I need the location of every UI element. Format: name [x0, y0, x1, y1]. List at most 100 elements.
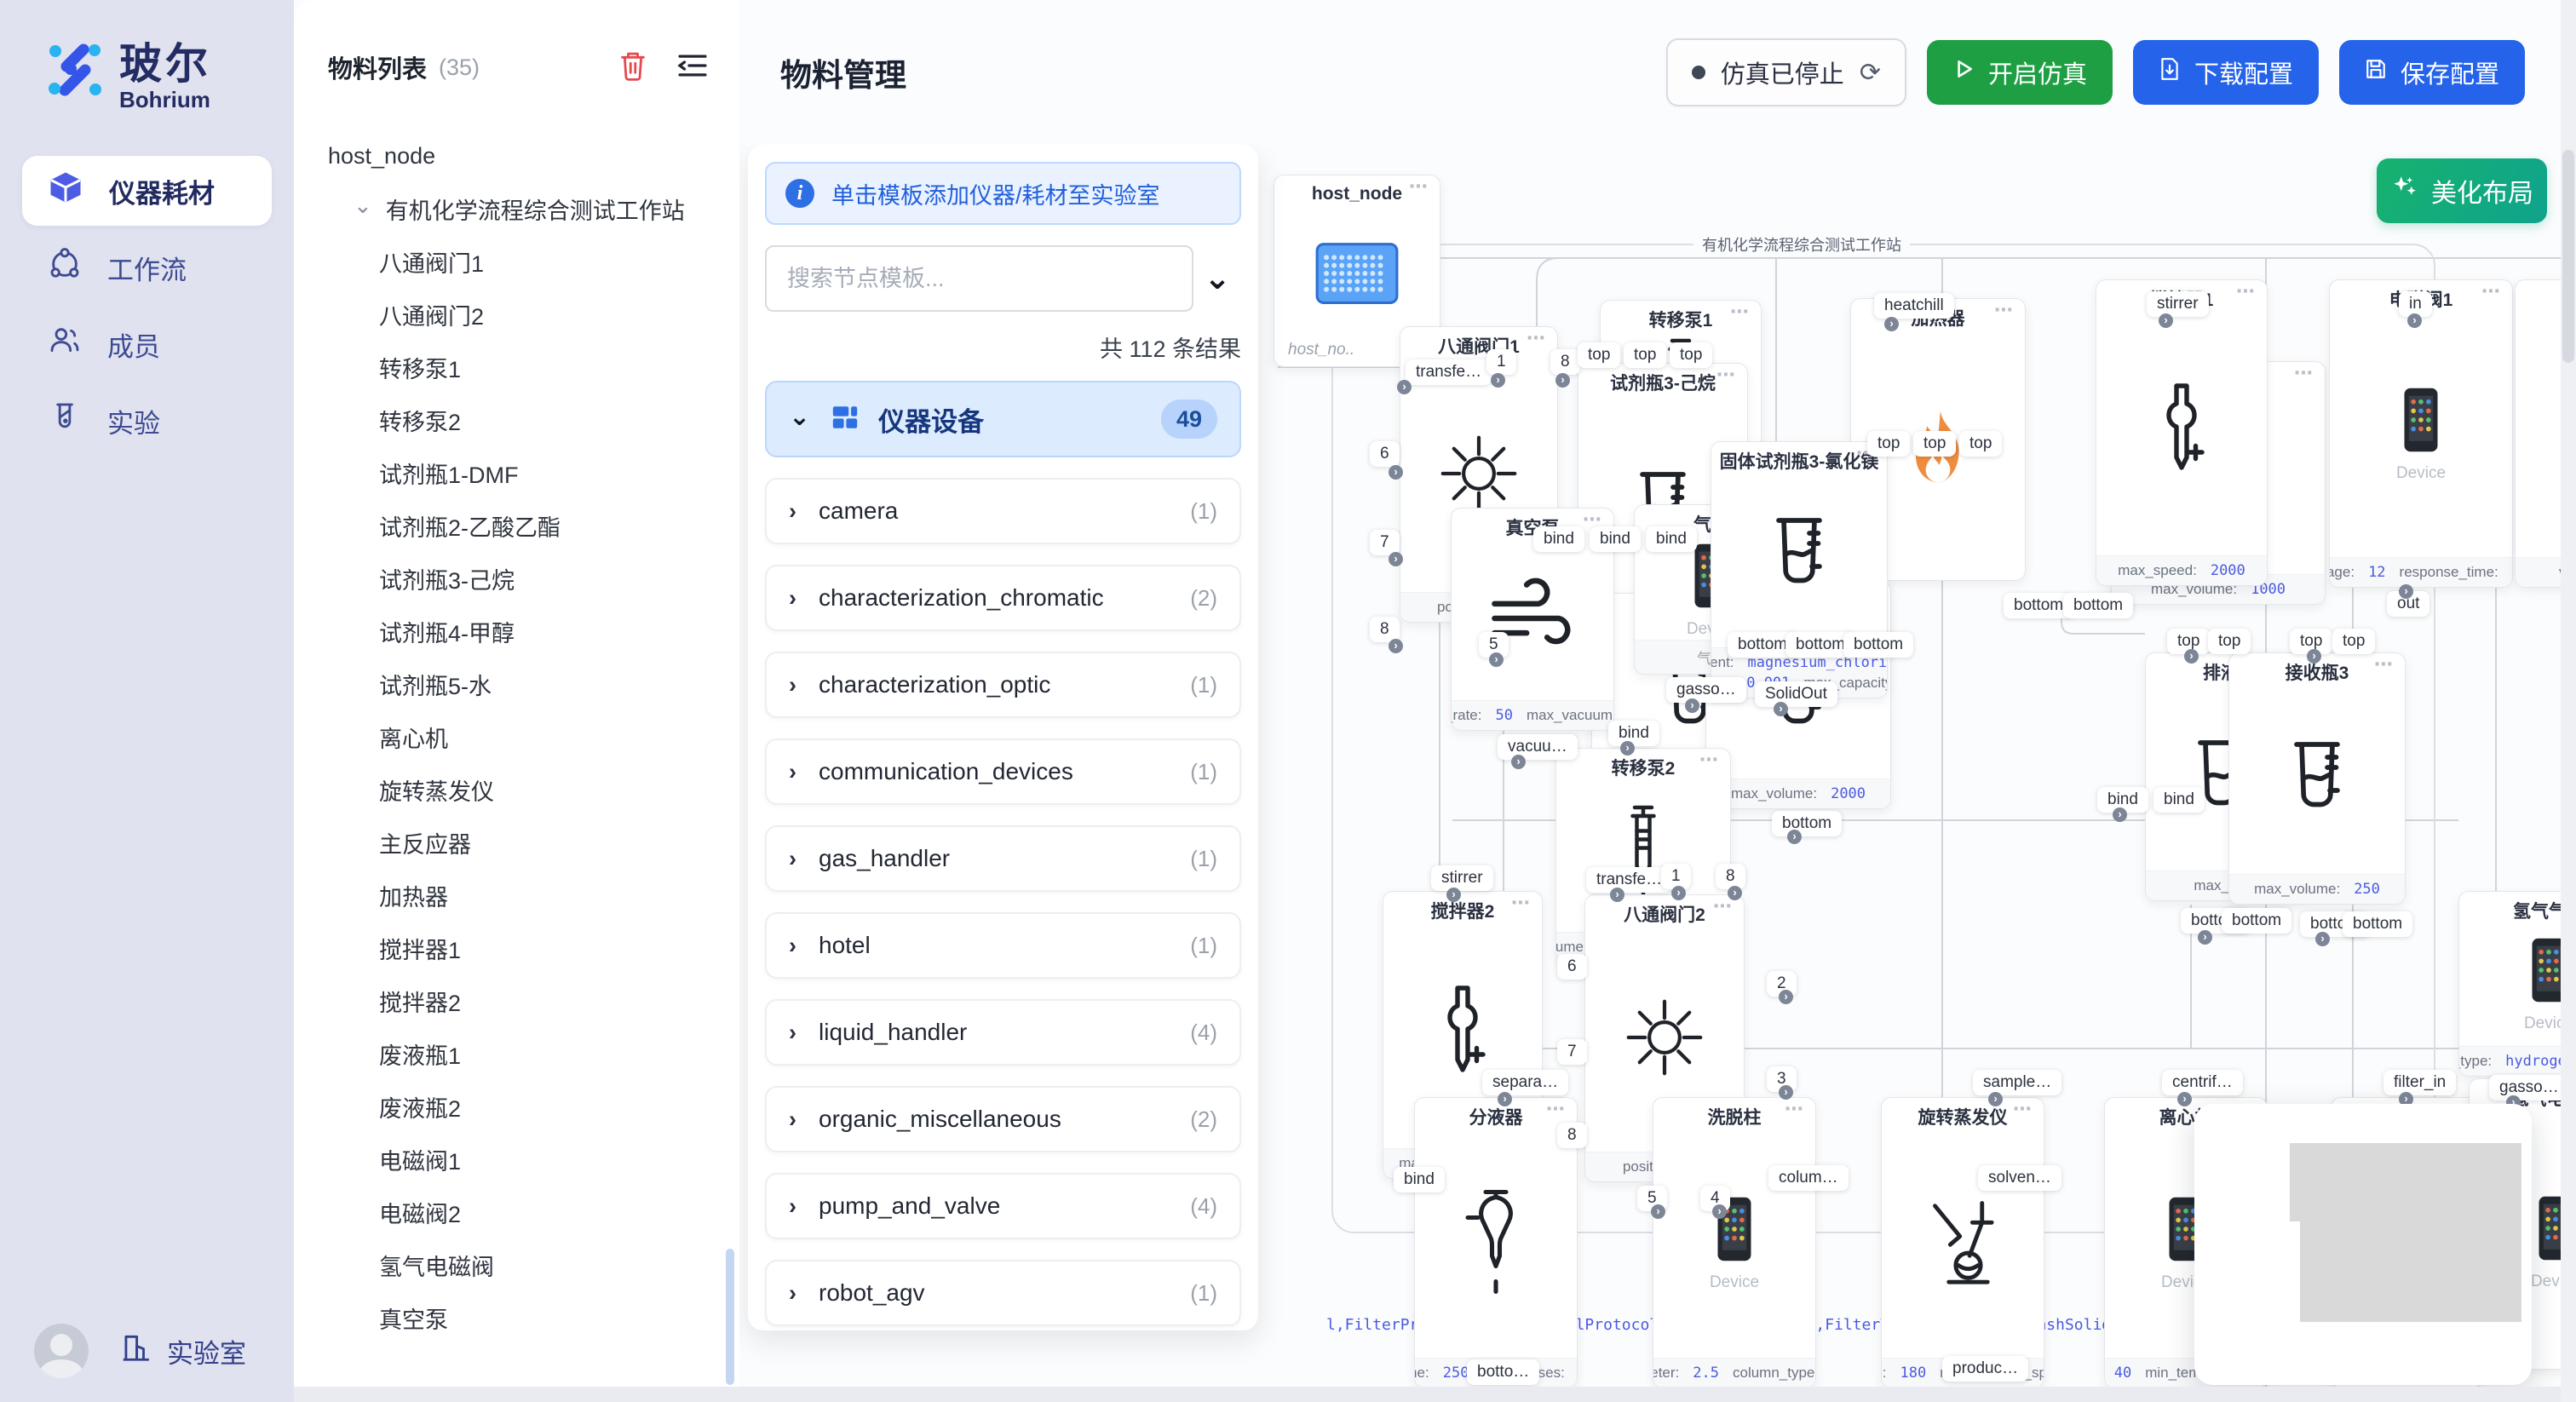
tree-item[interactable]: 试剂瓶5-水: [294, 658, 739, 710]
node-menu-icon[interactable]: ⋯: [1511, 892, 1532, 914]
materials-scrollbar[interactable]: [726, 1249, 734, 1385]
port-dot[interactable]: ›: [2198, 930, 2212, 945]
node-menu-icon[interactable]: ⋯: [2374, 653, 2395, 675]
node-menu-icon[interactable]: ⋯: [1994, 299, 2015, 321]
save-config-button[interactable]: 保存配置: [2339, 40, 2525, 105]
port-dot[interactable]: ›: [2307, 649, 2321, 664]
search-input[interactable]: [765, 245, 1193, 312]
port-dot[interactable]: ›: [1728, 886, 1742, 900]
graph-node[interactable]: 搅拌器1⋯max_speed:2000: [2096, 279, 2268, 586]
tree-item[interactable]: 试剂瓶1-DMF: [294, 446, 739, 499]
port-dot[interactable]: ›: [2315, 932, 2330, 946]
port-dot[interactable]: ›: [1389, 465, 1403, 480]
node-menu-icon[interactable]: ⋯: [1546, 1098, 1567, 1120]
avatar[interactable]: [34, 1324, 89, 1378]
port-dot[interactable]: ›: [1651, 1204, 1665, 1219]
node-menu-icon[interactable]: ⋯: [1785, 1098, 1805, 1120]
port-dot[interactable]: ›: [1446, 888, 1461, 902]
template-category-row[interactable]: ›robot_agv(1): [765, 1260, 1241, 1326]
port-dot[interactable]: ›: [1489, 652, 1504, 667]
graph-node[interactable]: 洗脱柱⋯Devicediameter:2.5column_type:si: [1653, 1097, 1816, 1388]
start-simulation-button[interactable]: 开启仿真: [1927, 40, 2113, 105]
port-dot[interactable]: ›: [1779, 990, 1793, 1004]
port-dot[interactable]: ›: [1685, 698, 1699, 713]
port-dot[interactable]: ›: [1884, 317, 1899, 331]
beautify-layout-button[interactable]: 美化布局: [2377, 158, 2547, 223]
node-menu-icon[interactable]: ⋯: [2013, 1098, 2033, 1120]
template-category-row[interactable]: ›gas_handler(1): [765, 825, 1241, 892]
lab-switcher[interactable]: 实验室: [119, 1331, 246, 1370]
graph-node[interactable]: 接收瓶3⋯max_volume:250: [2228, 652, 2406, 905]
port-dot[interactable]: ›: [2407, 313, 2422, 328]
tree-item[interactable]: 八通阀门2: [294, 288, 739, 341]
tree-item[interactable]: 转移泵2: [294, 394, 739, 446]
template-category-row[interactable]: ›pump_and_valve(4): [765, 1173, 1241, 1239]
tree-item[interactable]: 八通阀门1: [294, 235, 739, 288]
template-category-row[interactable]: ›communication_devices(1): [765, 738, 1241, 805]
port-dot[interactable]: ›: [2184, 649, 2199, 664]
refresh-icon[interactable]: ⟳: [1860, 58, 1881, 88]
minimap[interactable]: [2194, 1104, 2532, 1385]
node-menu-icon[interactable]: ⋯: [2294, 362, 2314, 384]
port-dot[interactable]: ›: [1555, 373, 1570, 388]
tree-item[interactable]: 废液瓶2: [294, 1080, 739, 1133]
template-category-row[interactable]: ›characterization_optic(1): [765, 652, 1241, 718]
template-category-row[interactable]: ›liquid_handler(4): [765, 999, 1241, 1066]
port-dot[interactable]: ›: [1787, 830, 1802, 844]
port-dot[interactable]: ›: [2159, 313, 2173, 328]
tree-item[interactable]: 试剂瓶3-己烷: [294, 552, 739, 605]
tree-item[interactable]: 主反应器: [294, 816, 739, 869]
tree-item[interactable]: 试剂瓶2-乙酸乙酯: [294, 499, 739, 552]
port-dot[interactable]: ›: [1498, 1092, 1512, 1106]
port-dot[interactable]: ›: [2177, 1092, 2192, 1106]
download-config-button[interactable]: 下载配置: [2133, 40, 2319, 105]
port-dot[interactable]: ›: [2113, 807, 2127, 822]
sidebar-item-members[interactable]: 成员: [22, 309, 272, 379]
node-menu-icon[interactable]: ⋯: [1730, 301, 1751, 323]
tree-item[interactable]: 加热器: [294, 869, 739, 922]
category-instruments[interactable]: ⌄ 仪器设备 49: [765, 381, 1241, 457]
graph-node[interactable]: 固体试剂瓶3-氯化镁⋯agent:magnesium_chloridepreci…: [1711, 441, 1888, 698]
trash-icon[interactable]: [618, 50, 647, 85]
port-dot[interactable]: ›: [1620, 741, 1635, 756]
port-dot[interactable]: ›: [2399, 584, 2413, 599]
collapse-panel-icon[interactable]: ⌄: [1193, 261, 1241, 296]
node-menu-icon[interactable]: ⋯: [1409, 175, 1429, 198]
template-category-row[interactable]: ›camera(1): [765, 478, 1241, 544]
tree-item[interactable]: 转移泵1: [294, 341, 739, 394]
tree-item[interactable]: 搅拌器2: [294, 974, 739, 1027]
port-dot[interactable]: ›: [1779, 1085, 1793, 1100]
simulation-status-pill[interactable]: 仿真已停止 ⟳: [1666, 38, 1906, 106]
port-dot[interactable]: ›: [1712, 1204, 1727, 1219]
chevron-down-icon[interactable]: ⌄: [354, 192, 372, 219]
graph-node[interactable]: 电磁阀1⋯Devicevoltage:12response_time:0.1: [2329, 279, 2513, 588]
tree-item[interactable]: 试剂瓶4-甲醇: [294, 605, 739, 658]
graph-node[interactable]: 氢气气源⋯Device_type:hydrogenmax_pre: [2458, 891, 2576, 1077]
node-menu-icon[interactable]: ⋯: [1699, 749, 1720, 771]
port-dot[interactable]: ›: [1397, 380, 1412, 394]
port-dot[interactable]: ›: [1491, 373, 1505, 388]
graph-node[interactable]: 分液器⋯volume:250has_phases:true: [1414, 1097, 1578, 1388]
tree-item[interactable]: 氢气电磁阀: [294, 1238, 739, 1291]
tree-item[interactable]: 电磁阀1: [294, 1133, 739, 1186]
tree-item[interactable]: 离心机: [294, 710, 739, 763]
tree-item[interactable]: 搅拌器1: [294, 922, 739, 974]
port-dot[interactable]: ›: [1389, 639, 1403, 653]
tree-item[interactable]: 真空泵: [294, 1291, 739, 1344]
sidebar-item-instruments[interactable]: 仪器耗材: [22, 156, 272, 226]
template-category-row[interactable]: ›characterization_chromatic(2): [765, 565, 1241, 631]
node-menu-icon[interactable]: ⋯: [2236, 280, 2257, 302]
horizontal-scrollbar[interactable]: [294, 1387, 2576, 1402]
port-dot[interactable]: ›: [1610, 888, 1624, 902]
tree-item[interactable]: host_node: [294, 129, 739, 182]
outdent-icon[interactable]: [676, 51, 709, 84]
port-dot[interactable]: ›: [1511, 755, 1526, 769]
sidebar-item-experiments[interactable]: 实验: [22, 386, 272, 456]
port-dot[interactable]: ›: [1988, 1092, 2003, 1106]
node-menu-icon[interactable]: ⋯: [2481, 280, 2502, 302]
node-menu-icon[interactable]: ⋯: [1716, 364, 1737, 386]
template-category-row[interactable]: ›hotel(1): [765, 912, 1241, 979]
tree-item[interactable]: 旋转蒸发仪: [294, 763, 739, 816]
graph-node[interactable]: 旋转蒸发仪⋯temp:180max_rotation_speed:: [1881, 1097, 2044, 1388]
node-menu-icon[interactable]: ⋯: [1527, 327, 1547, 349]
